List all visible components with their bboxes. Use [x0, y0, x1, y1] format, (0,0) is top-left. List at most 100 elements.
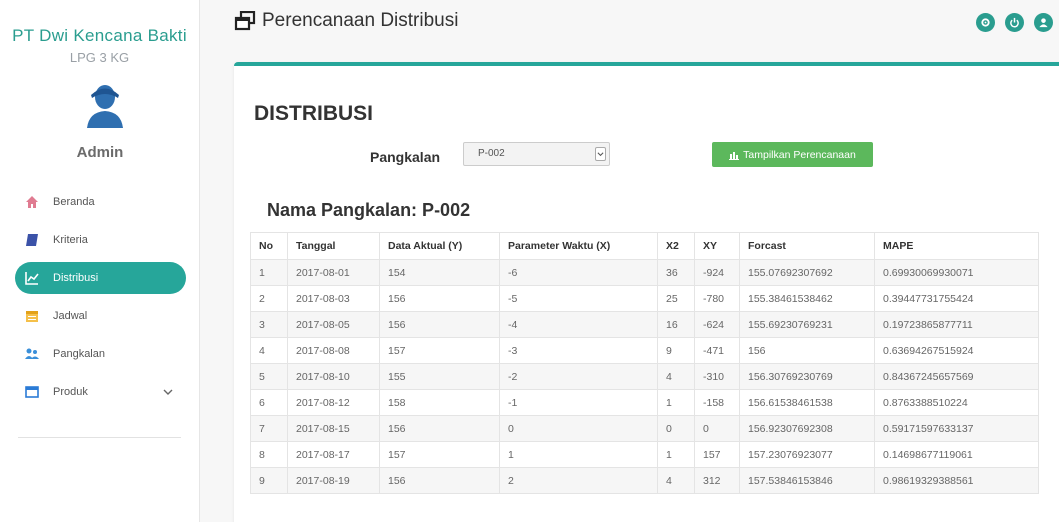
table-cell: 155.07692307692: [739, 259, 875, 286]
window-restore-icon: [234, 11, 256, 31]
section-title: DISTRIBUSI: [254, 102, 374, 125]
table-cell: 2017-08-10: [287, 363, 380, 390]
table-cell: 156: [739, 337, 875, 364]
table-cell: -924: [694, 259, 740, 286]
table-cell: 157: [379, 441, 500, 468]
sidebar-item-produk[interactable]: Produk: [15, 376, 186, 408]
table-row: 6 2017-08-12 158 -1 1 -158 156.61538461538 0.87…: [250, 389, 1039, 416]
table-cell: 156: [379, 467, 500, 494]
table-cell: 156: [379, 285, 500, 312]
select-chevron-icon: [595, 147, 606, 161]
distribution-table: No Tanggal Data Aktual (Y) Parameter Wak…: [250, 232, 1039, 494]
book-icon: [26, 234, 38, 246]
table-cell: 9: [657, 337, 695, 364]
table-cell: -1: [499, 389, 658, 416]
user-icon[interactable]: [1034, 13, 1053, 32]
table-cell: -310: [694, 363, 740, 390]
page-title: Perencanaan Distribusi: [234, 10, 458, 32]
sidebar-nav: Beranda Kriteria Distribusi Jadwal Pangk…: [15, 186, 186, 414]
window-icon: [25, 386, 39, 398]
table-cell: 155.38461538462: [739, 285, 875, 312]
sidebar-item-kriteria[interactable]: Kriteria: [15, 224, 186, 256]
table-cell: 156: [379, 311, 500, 338]
top-bar: Perencanaan Distribusi: [200, 0, 1059, 60]
column-header: Tanggal: [287, 232, 380, 260]
calendar-icon: [26, 311, 38, 322]
table-cell: 154: [379, 259, 500, 286]
bar-chart-icon: [729, 151, 740, 160]
table-cell: 0: [694, 415, 740, 442]
table-cell: 2017-08-17: [287, 441, 380, 468]
table-cell: -158: [694, 389, 740, 416]
column-header: X2: [657, 232, 695, 260]
table-cell: -780: [694, 285, 740, 312]
table-cell: 156.92307692308: [739, 415, 875, 442]
table-cell: 2017-08-08: [287, 337, 380, 364]
table-cell: 2017-08-03: [287, 285, 380, 312]
pangkalan-select[interactable]: P-002: [463, 142, 610, 166]
table-cell: 157.53846153846: [739, 467, 875, 494]
button-label: Tampilkan Perencanaan: [743, 148, 856, 161]
sidebar-item-jadwal[interactable]: Jadwal: [15, 300, 186, 332]
settings-icon[interactable]: [976, 13, 995, 32]
distribusi-panel: DISTRIBUSI Pangkalan P-002 Tampilkan Per…: [234, 62, 1059, 522]
table-cell: 1: [657, 389, 695, 416]
column-header: XY: [694, 232, 740, 260]
tampilkan-perencanaan-button[interactable]: Tampilkan Perencanaan: [712, 142, 873, 167]
column-header: Parameter Waktu (X): [499, 232, 658, 260]
sidebar: PT Dwi Kencana Bakti LPG 3 KG Admin Bera…: [0, 0, 200, 522]
table-cell: 158: [379, 389, 500, 416]
table-cell: 2017-08-19: [287, 467, 380, 494]
sidebar-item-distribusi[interactable]: Distribusi: [15, 262, 186, 294]
table-cell: 0.69930069930071: [874, 259, 1039, 286]
page-title-text: Perencanaan Distribusi: [262, 10, 459, 31]
table-cell: 3: [250, 311, 288, 338]
table-cell: 8: [250, 441, 288, 468]
table-cell: 7: [250, 415, 288, 442]
column-header: Data Aktual (Y): [379, 232, 500, 260]
brand-subtitle: LPG 3 KG: [69, 50, 130, 65]
users-icon: [25, 348, 39, 359]
table-cell: 155: [379, 363, 500, 390]
table-cell: 1: [499, 441, 658, 468]
table-cell: 4: [657, 467, 695, 494]
table-cell: -3: [499, 337, 658, 364]
sidebar-item-label: Distribusi: [53, 272, 99, 284]
table-cell: 0.84367245657569: [874, 363, 1039, 390]
chart-line-icon: [25, 272, 39, 285]
table-cell: 25: [657, 285, 695, 312]
table-header-row: No Tanggal Data Aktual (Y) Parameter Wak…: [250, 232, 1039, 260]
table-cell: -6: [499, 259, 658, 286]
header-actions: [966, 13, 1053, 32]
sidebar-item-pangkalan[interactable]: Pangkalan: [15, 338, 186, 370]
table-cell: 5: [250, 363, 288, 390]
table-title: Nama Pangkalan: P-002: [267, 200, 471, 220]
table-cell: 16: [657, 311, 695, 338]
sidebar-item-beranda[interactable]: Beranda: [15, 186, 186, 218]
table-cell: 2017-08-12: [287, 389, 380, 416]
column-header: MAPE: [874, 232, 1039, 260]
table-row: 8 2017-08-17 157 1 1 157 157.23076923077 0.1469…: [250, 441, 1039, 468]
home-icon: [26, 196, 38, 208]
sidebar-item-label: Beranda: [53, 196, 95, 208]
table-cell: 156: [379, 415, 500, 442]
table-cell: 0.19723865877711: [874, 311, 1039, 338]
power-icon[interactable]: [1005, 13, 1024, 32]
table-cell: -5: [499, 285, 658, 312]
table-cell: 36: [657, 259, 695, 286]
table-cell: 0.98619329388561: [874, 467, 1039, 494]
table-cell: 155.69230769231: [739, 311, 875, 338]
sidebar-item-label: Kriteria: [53, 234, 88, 246]
table-row: 2 2017-08-03 156 -5 25 -780 155.38461538462 0.3…: [250, 285, 1039, 312]
pangkalan-label: Pangkalan: [370, 149, 441, 165]
table-cell: 1: [250, 259, 288, 286]
table-cell: 6: [250, 389, 288, 416]
column-header: Forcast: [739, 232, 875, 260]
table-cell: 0.63694267515924: [874, 337, 1039, 364]
table-cell: 0.59171597633137: [874, 415, 1039, 442]
user-name: Admin: [76, 144, 124, 161]
table-cell: 156.30769230769: [739, 363, 875, 390]
table-cell: 2017-08-05: [287, 311, 380, 338]
table-cell: 157.23076923077: [739, 441, 875, 468]
table-row: 7 2017-08-15 156 0 0 0 156.92307692308 0.591715…: [250, 415, 1039, 442]
